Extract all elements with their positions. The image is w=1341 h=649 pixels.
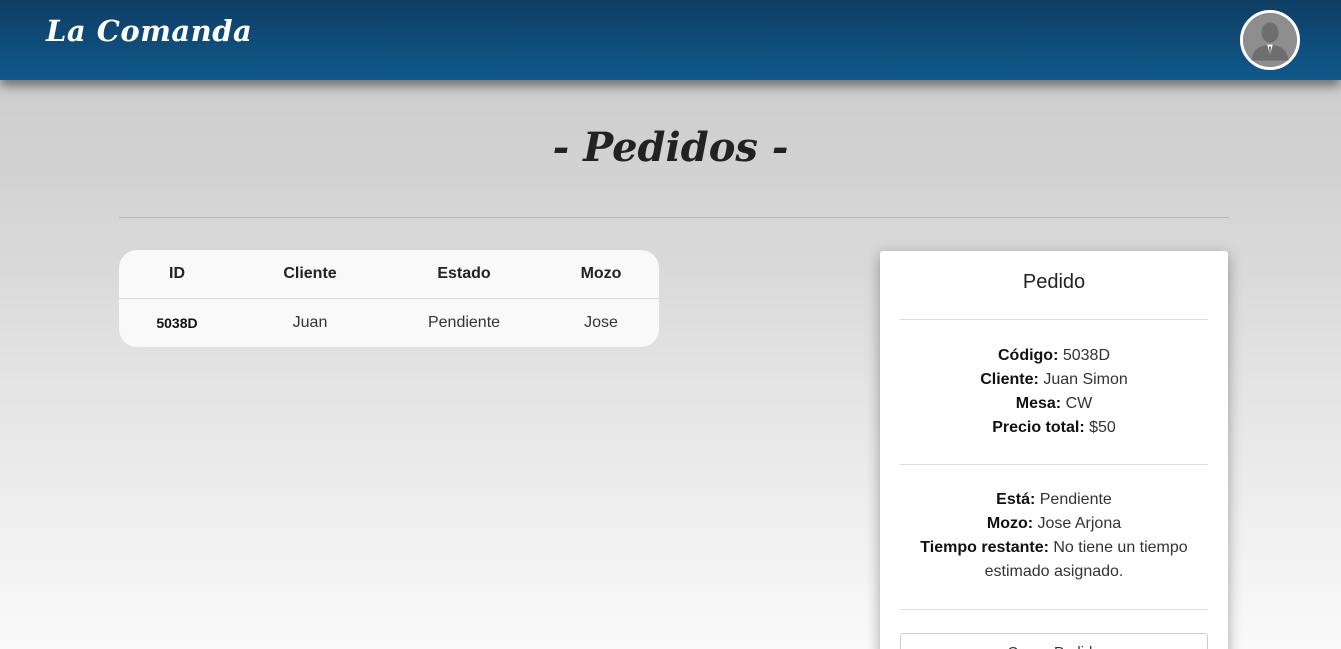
tiempo-label: Tiempo restante: — [920, 539, 1049, 556]
precio-value: $50 — [1089, 419, 1116, 436]
cliente-value: Juan Simon — [1043, 371, 1128, 388]
estado-line: Está: Pendiente — [900, 488, 1208, 512]
card-divider — [900, 464, 1208, 465]
top-navbar: La Comanda — [0, 0, 1341, 80]
estado-value: Pendiente — [1039, 491, 1112, 508]
order-summary: Código: 5038D Cliente: Juan Simon Mesa: … — [900, 344, 1208, 440]
mesa-label: Mesa: — [1015, 395, 1062, 412]
order-cliente-cell: Juan — [292, 314, 328, 331]
estado-label: Está: — [996, 491, 1036, 508]
card-divider — [900, 609, 1208, 610]
cliente-label: Cliente: — [980, 371, 1039, 388]
mozo-value: Jose Arjona — [1037, 515, 1122, 532]
mesa-value: CW — [1065, 395, 1093, 412]
cliente-line: Cliente: Juan Simon — [900, 368, 1208, 392]
order-mozo-cell: Jose — [584, 314, 618, 331]
user-avatar-icon[interactable] — [1240, 10, 1300, 70]
codigo-line: Código: 5038D — [900, 344, 1208, 368]
mozo-line: Mozo: Jose Arjona — [900, 512, 1208, 536]
close-order-button[interactable]: Cerrar Pedido — [900, 633, 1208, 649]
orders-table: ID Cliente Estado Mozo 5038D Juan Pendie… — [119, 250, 659, 347]
order-status: Está: Pendiente Mozo: Jose Arjona Tiempo… — [900, 488, 1208, 584]
order-id-cell: 5038D — [156, 315, 198, 331]
order-detail-card: Pedido Código: 5038D Cliente: Juan Simon… — [880, 251, 1228, 649]
column-header-id: ID — [169, 265, 185, 282]
title-divider — [119, 217, 1229, 218]
tiempo-line: Tiempo restante: No tiene un tiempo esti… — [900, 536, 1208, 584]
codigo-value: 5038D — [1062, 347, 1111, 364]
codigo-label: Código: — [997, 347, 1059, 364]
precio-line: Precio total: $50 — [900, 416, 1208, 440]
mesa-line: Mesa: CW — [900, 392, 1208, 416]
column-header-estado: Estado — [437, 265, 491, 282]
order-estado-cell: Pendiente — [427, 314, 501, 331]
precio-label: Precio total: — [992, 419, 1085, 436]
card-divider — [900, 319, 1208, 320]
table-header-row: ID Cliente Estado Mozo — [119, 250, 659, 298]
brand-logo[interactable]: La Comanda — [46, 14, 252, 48]
card-title: Pedido — [1022, 271, 1086, 293]
column-header-cliente: Cliente — [283, 265, 337, 282]
mozo-label: Mozo: — [986, 515, 1034, 532]
column-header-mozo: Mozo — [580, 265, 622, 282]
page-title: - Pedidos - — [552, 124, 789, 171]
table-row[interactable]: 5038D Juan Pendiente Jose — [119, 299, 659, 347]
